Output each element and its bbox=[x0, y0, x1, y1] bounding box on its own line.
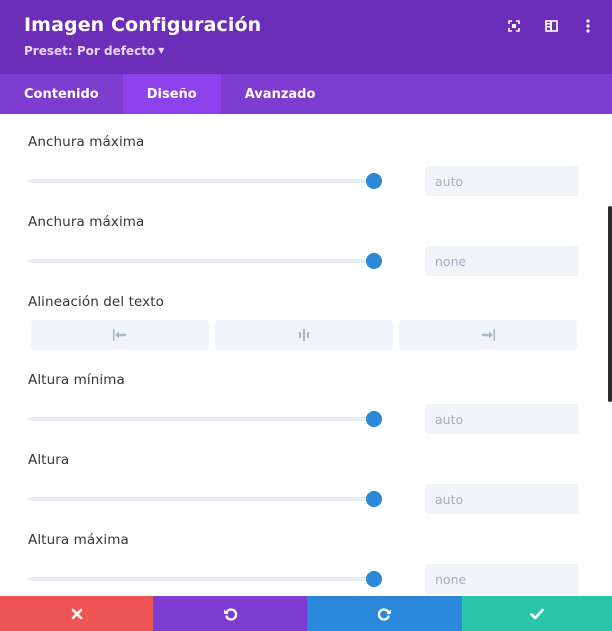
redo-button[interactable] bbox=[307, 596, 462, 631]
slider-row: auto bbox=[28, 484, 579, 514]
value-input[interactable]: auto bbox=[425, 484, 579, 514]
align-center-icon bbox=[299, 329, 309, 341]
scrollbar[interactable] bbox=[608, 206, 612, 402]
field-min-height: Altura mínima auto bbox=[28, 372, 579, 434]
field-label: Altura máxima bbox=[28, 532, 129, 548]
value-input[interactable]: auto bbox=[425, 404, 579, 434]
tab-bar: Contenido Diseño Avanzado bbox=[0, 74, 612, 114]
more-options-icon[interactable] bbox=[578, 17, 598, 35]
checkmark-icon bbox=[530, 608, 544, 619]
save-button[interactable] bbox=[462, 596, 612, 631]
undo-button[interactable] bbox=[153, 596, 307, 631]
settings-header: Imagen Configuración Preset: Por defecto… bbox=[0, 0, 612, 74]
tab-contenido[interactable]: Contenido bbox=[0, 74, 123, 114]
tab-avanzado[interactable]: Avanzado bbox=[221, 74, 340, 114]
field-height: Altura auto bbox=[28, 452, 579, 514]
slider-thumb[interactable] bbox=[366, 491, 382, 507]
field-label: Anchura máxima bbox=[28, 214, 145, 230]
align-right-button[interactable] bbox=[399, 320, 577, 350]
slider-row: none bbox=[28, 564, 579, 594]
align-center-button[interactable] bbox=[215, 320, 393, 350]
preset-label: Preset: Por defecto bbox=[24, 44, 156, 58]
redo-icon bbox=[377, 607, 391, 621]
close-icon bbox=[71, 608, 82, 619]
field-max-height: Altura máxima none bbox=[28, 532, 579, 594]
field-label: Altura mínima bbox=[28, 372, 125, 388]
text-align-group bbox=[31, 320, 577, 350]
settings-content: Anchura máxima auto Anchura máxima none … bbox=[0, 114, 612, 596]
slider-track[interactable] bbox=[28, 259, 374, 263]
field-label: Altura bbox=[28, 452, 70, 468]
cancel-button[interactable] bbox=[0, 596, 153, 631]
slider-thumb[interactable] bbox=[366, 571, 382, 587]
action-bar bbox=[0, 596, 612, 631]
align-right-icon bbox=[482, 329, 495, 341]
slider-thumb[interactable] bbox=[366, 411, 382, 427]
field-label: Alineación del texto bbox=[28, 294, 164, 310]
value-input[interactable]: none bbox=[425, 246, 579, 276]
value-input[interactable]: none bbox=[425, 564, 579, 594]
tab-diseno[interactable]: Diseño bbox=[122, 74, 221, 114]
slider-row: auto bbox=[28, 166, 579, 196]
slider-track[interactable] bbox=[28, 417, 374, 421]
align-left-icon bbox=[113, 329, 126, 341]
value-input[interactable]: auto bbox=[425, 166, 579, 196]
slider-thumb[interactable] bbox=[366, 173, 382, 189]
modal-title: Imagen Configuración bbox=[24, 14, 262, 36]
field-label: Anchura máxima bbox=[28, 134, 145, 150]
field-text-align: Alineación del texto bbox=[28, 294, 579, 310]
sidebar-toggle-icon[interactable] bbox=[541, 17, 561, 35]
slider-track[interactable] bbox=[28, 577, 374, 581]
slider-row: none bbox=[28, 246, 579, 276]
undo-icon bbox=[224, 607, 238, 621]
header-icons bbox=[487, 17, 598, 35]
focus-icon[interactable] bbox=[504, 17, 524, 35]
align-left-button[interactable] bbox=[31, 320, 209, 350]
slider-track[interactable] bbox=[28, 179, 374, 183]
slider-thumb[interactable] bbox=[366, 253, 382, 269]
field-max-width-2: Anchura máxima none bbox=[28, 214, 579, 276]
caret-down-icon: ▼ bbox=[158, 46, 165, 55]
slider-row: auto bbox=[28, 404, 579, 434]
slider-track[interactable] bbox=[28, 497, 374, 501]
field-max-width-1: Anchura máxima auto bbox=[28, 134, 579, 196]
preset-selector[interactable]: Preset: Por defecto ▼ bbox=[24, 44, 164, 58]
